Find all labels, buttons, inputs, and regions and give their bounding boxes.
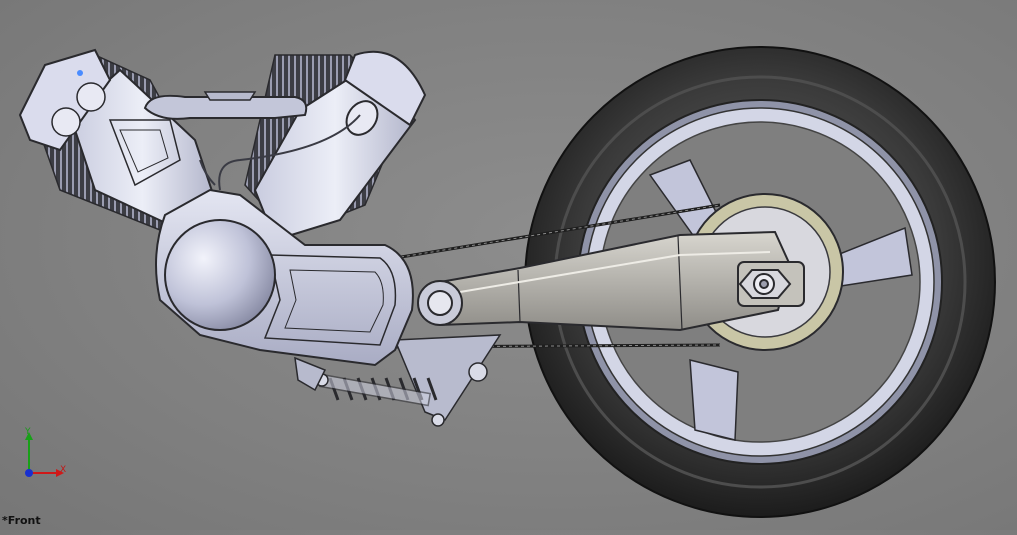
orientation-triad: Y X	[10, 427, 80, 490]
view-name-label: *Front	[2, 514, 41, 527]
x-axis-label: X	[60, 465, 67, 475]
magneto-cover[interactable]	[164, 219, 276, 331]
engine[interactable]	[18, 48, 427, 392]
rear-cylinder[interactable]	[244, 50, 427, 242]
assembly-model[interactable]	[0, 0, 1017, 530]
y-axis-label: Y	[25, 427, 31, 437]
valve-cap	[76, 82, 106, 112]
graphics-viewport[interactable]: Y X *Front	[0, 0, 1017, 530]
